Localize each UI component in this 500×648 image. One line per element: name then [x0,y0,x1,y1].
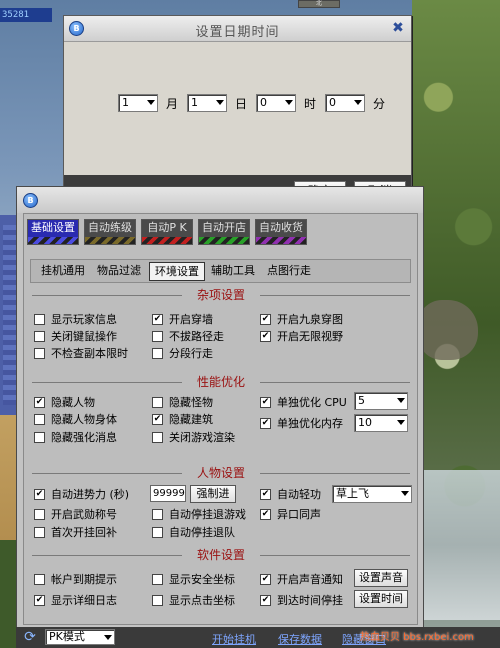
chevron-down-icon [397,398,405,403]
checkbox-hide-char-body[interactable]: 隐藏人物身体 [34,412,117,426]
checkbox-opt-mem[interactable]: 单独优化内存 [260,416,343,430]
chevron-down-icon [216,100,225,105]
subtab-environment[interactable]: 环境设置 [149,262,205,281]
tab-basic-settings[interactable]: 基础设置 [27,219,79,245]
checkbox-no-detour[interactable]: 不拔路径走 [152,329,224,343]
force-seconds-input[interactable]: 99999 [150,485,186,502]
settings-titlebar[interactable]: B [17,187,423,213]
checkbox-no-check-dungeon[interactable]: 不检查副本限时 [34,346,128,360]
checkbox-close-render[interactable]: 关闭游戏渲染 [152,430,235,444]
checkbox-remote-voice[interactable]: 异口同声 [260,507,321,521]
tab-auto-leveling[interactable]: 自动练级 [84,219,136,245]
minute-select[interactable]: 0 [325,94,366,112]
close-icon[interactable]: ✖ [391,21,405,35]
section-misc-title: 杂项设置 [32,288,410,302]
chevron-down-icon [285,100,294,105]
checkbox-click-coord[interactable]: 显示点击坐标 [152,593,235,607]
checkbox-hide-enhance-msg[interactable]: 隐藏强化消息 [34,430,117,444]
refresh-icon[interactable]: ⟳ [22,629,38,645]
checkbox-first-supply[interactable]: 首次开挂回补 [34,525,117,539]
game-rock [418,300,478,360]
day-label: 日 [235,96,248,111]
save-data-link[interactable]: 保存数据 [278,631,322,647]
cpu-select[interactable]: 5 [354,392,408,410]
checkbox-auto-qinggong[interactable]: 自动轻功 [260,487,321,501]
checkbox-safe-coord[interactable]: 显示安全坐标 [152,572,235,586]
checkbox-segment-walk[interactable]: 分段行走 [152,346,213,360]
chevron-down-icon [397,420,405,425]
mem-select[interactable]: 10 [354,414,408,432]
month-label: 月 [166,96,179,111]
section-perf-title: 性能优化 [32,375,410,389]
checkbox-auto-force[interactable]: 自动进势力 (秒) [34,487,129,501]
checkbox-hide-chars[interactable]: 隐藏人物 [34,395,95,409]
chevron-down-icon [104,635,112,640]
chevron-down-icon [354,100,363,105]
subtab-item-filter[interactable]: 物品过滤 [93,262,145,281]
month-select[interactable]: 1 [118,94,158,112]
checkbox-account-expire[interactable]: 帐户到期提示 [34,572,117,586]
qinggong-select[interactable]: 草上飞 [332,485,412,503]
subtab-map-walk[interactable]: 点图行走 [263,262,315,281]
chevron-down-icon [147,100,155,105]
game-counter: 35281 [0,8,52,22]
checkbox-infinite-view[interactable]: 开启无限视野 [260,329,343,343]
set-sound-button[interactable]: 设置声音 [354,569,408,587]
force-join-button[interactable]: 强制进 [190,485,236,503]
section-soft-title: 软件设置 [32,548,410,562]
day-select[interactable]: 1 [187,94,228,112]
site-watermark: 热血贝贝 bbs.rxbei.com [360,632,474,643]
date-time-row: 1 月 1 日 0 时 0 分 [118,94,390,112]
mode-select[interactable]: PK模式 [45,629,115,645]
checkbox-nine-spring[interactable]: 开启九泉穿图 [260,312,343,326]
settings-body: 基础设置 自动练级 自动P K 自动开店 自动收货 挂机通用 物品过滤 环境设置… [23,213,418,625]
subtab-general[interactable]: 挂机通用 [37,262,89,281]
set-time-button[interactable]: 设置时间 [354,590,408,608]
checkbox-close-kb-mouse[interactable]: 关闭键鼠操作 [34,329,117,343]
checkbox-sound-notify[interactable]: 开启声音通知 [260,572,343,586]
checkbox-show-player-info[interactable]: 显示玩家信息 [34,312,117,326]
date-time-dialog: B 设置日期时间 ✖ 1 月 1 日 0 时 0 分 确定 取消 [63,15,412,205]
game-top-tag: 北 [298,0,340,8]
checkbox-stop-team[interactable]: 自动停挂退队 [152,525,235,539]
dialog-titlebar[interactable]: B 设置日期时间 ✖ [64,16,411,42]
hour-label: 时 [304,96,317,111]
checkbox-hide-buildings[interactable]: 隐藏建筑 [152,412,213,426]
checkbox-opt-cpu[interactable]: 单独优化 CPU [260,395,347,409]
checkbox-hide-monsters[interactable]: 隐藏怪物 [152,395,213,409]
checkbox-wall-pass[interactable]: 开启穿墙 [152,312,213,326]
sub-tabs: 挂机通用 物品过滤 环境设置 辅助工具 点图行走 [30,259,411,283]
minute-label: 分 [373,96,386,111]
app-icon: B [23,193,38,208]
hour-select[interactable]: 0 [256,94,297,112]
tab-auto-shop[interactable]: 自动开店 [198,219,250,245]
section-char-title: 人物设置 [32,466,410,480]
chevron-down-icon [401,491,409,496]
settings-window: B 基础设置 自动练级 自动P K 自动开店 自动收货 挂机通用 物品过滤 环境… [16,186,424,648]
checkbox-martial-title[interactable]: 开启武勋称号 [34,507,117,521]
checkbox-time-stop[interactable]: 到达时间停挂 [260,593,343,607]
tab-auto-pk[interactable]: 自动P K [141,219,193,245]
game-waterfall [412,470,500,620]
subtab-tools[interactable]: 辅助工具 [207,262,259,281]
tab-auto-purchase[interactable]: 自动收货 [255,219,307,245]
dialog-title: 设置日期时间 [195,25,280,40]
checkbox-stop-exit[interactable]: 自动停挂退游戏 [152,507,246,521]
checkbox-show-log[interactable]: 显示详细日志 [34,593,117,607]
start-hang-link[interactable]: 开始挂机 [212,631,256,647]
